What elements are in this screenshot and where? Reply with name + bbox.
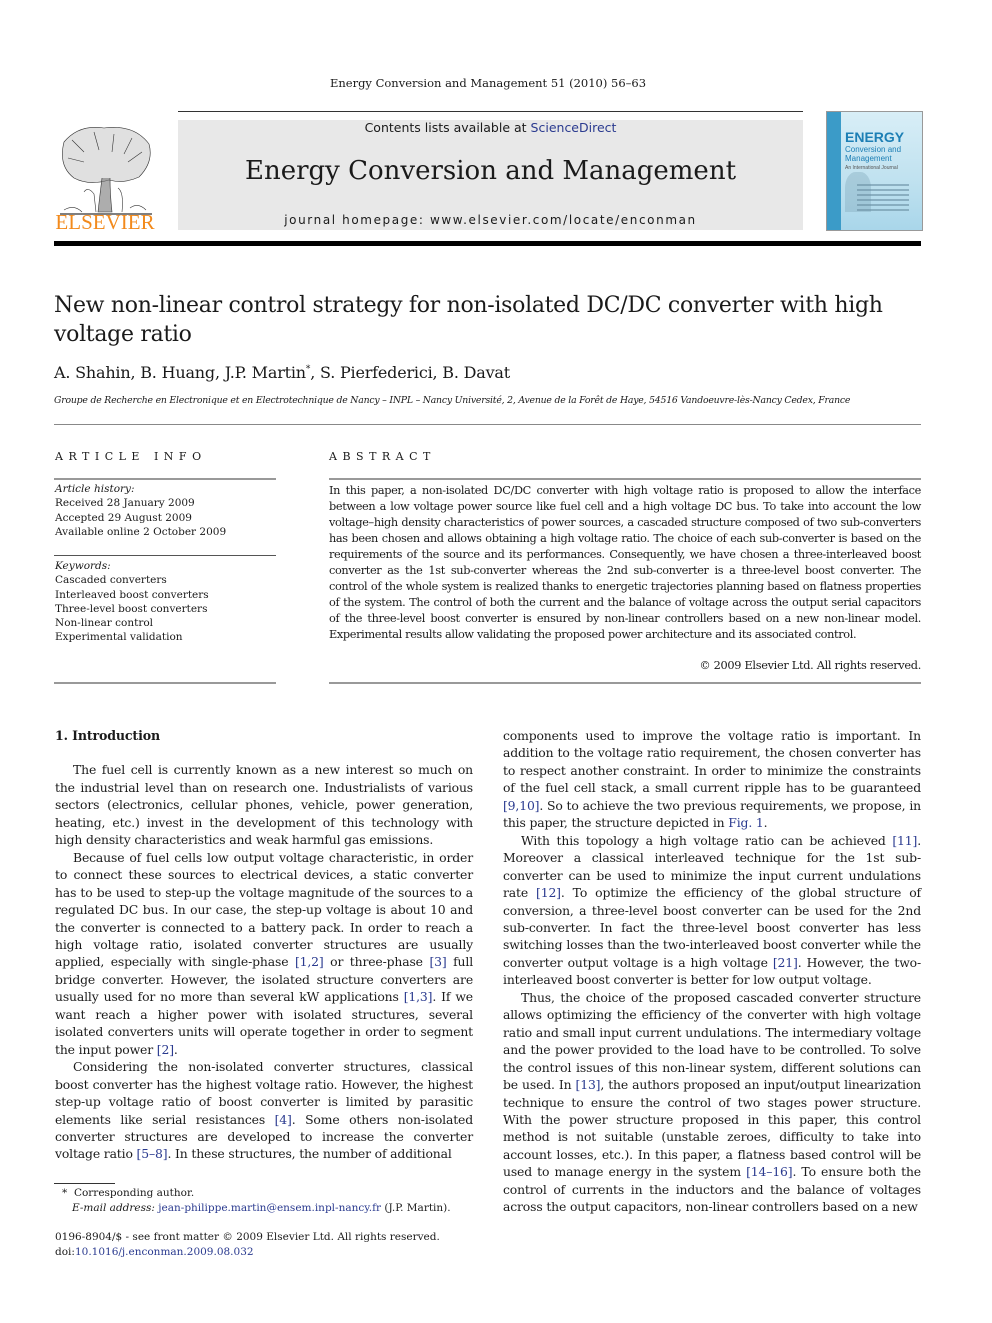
journal-cover-image[interactable]: ENERGY Conversion and Management An Inte… — [826, 111, 923, 231]
keyword-item: Three-level boost converters — [55, 602, 208, 615]
front-matter: 0196-8904/$ - see front matter © 2009 El… — [55, 1230, 440, 1259]
article-info-rule — [54, 478, 276, 480]
abstract-text: In this paper, a non-isolated DC/DC conv… — [329, 484, 921, 641]
citation-link[interactable]: [13] — [576, 1077, 601, 1092]
journal-masthead: Contents lists available at ScienceDirec… — [178, 120, 803, 230]
article-title: New non-linear control strategy for non-… — [54, 293, 883, 347]
journal-name: Energy Conversion and Management — [244, 156, 737, 186]
corresponding-author-mark[interactable]: * — [306, 365, 311, 375]
email-label: E-mail address: — [72, 1201, 159, 1214]
body-paragraph: Because of fuel cells low output voltage… — [55, 849, 474, 1057]
keywords-rule — [54, 555, 276, 556]
cover-topic-line — [857, 189, 909, 191]
contents-available-line: Contents lists available at ScienceDirec… — [178, 120, 803, 135]
citation-link[interactable]: [12] — [536, 885, 561, 900]
abstract-bottom-rule — [329, 682, 921, 684]
article-info-heading: ARTICLE INFO — [55, 450, 207, 463]
running-head: Energy Conversion and Management 51 (201… — [329, 76, 647, 90]
keyword-item: Experimental validation — [55, 631, 183, 644]
author-list: A. Shahin, B. Huang, J.P. Martin*, S. Pi… — [54, 363, 511, 382]
masthead-thick-rule — [54, 241, 921, 246]
elsevier-wordmark[interactable]: ELSEVIER — [54, 210, 156, 235]
citation-link[interactable]: [9,10] — [503, 798, 540, 813]
author-name[interactable]: S. Pierfederici — [320, 363, 433, 382]
body-paragraph: With this topology a high voltage ratio … — [503, 832, 921, 988]
keywords: Keywords: Cascaded converters Interleave… — [55, 559, 209, 645]
footnote-rule — [54, 1183, 115, 1184]
cover-topic-line — [857, 204, 909, 206]
contents-prefix: Contents lists available at — [364, 120, 531, 135]
footnote-mark: * — [62, 1187, 68, 1199]
body-column-left: 1. Introduction The fuel cell is current… — [55, 727, 473, 1163]
email-suffix: (J.P. Martin). — [381, 1201, 451, 1214]
article-info-bottom-rule — [54, 682, 276, 684]
keyword-item: Non-linear control — [55, 617, 154, 630]
citation-link[interactable]: [11] — [892, 833, 917, 848]
author-email-link[interactable]: jean-philippe.martin@ensem.inpl-nancy.fr — [158, 1202, 381, 1214]
cover-topic-line — [857, 184, 909, 186]
citation-link[interactable]: Fig. 1 — [728, 815, 764, 830]
body-paragraph: The fuel cell is currently known as a ne… — [55, 762, 473, 848]
history-accepted: Accepted 29 August 2009 — [55, 511, 192, 524]
section-heading-introduction: 1. Introduction — [55, 728, 160, 743]
history-received: Received 28 January 2009 — [55, 497, 195, 510]
citation-link[interactable]: [5–8] — [137, 1146, 168, 1161]
body-paragraph: components used to improve the voltage r… — [503, 728, 921, 831]
cover-topic-line — [857, 194, 909, 196]
abstract-rule — [329, 478, 921, 480]
keywords-label: Keywords: — [55, 560, 111, 572]
affiliation-rule — [54, 424, 921, 425]
body-column-right: components used to improve the voltage r… — [503, 727, 921, 1216]
body-paragraph: Thus, the choice of the proposed cascade… — [503, 989, 921, 1215]
cover-side-strip — [827, 112, 841, 230]
author-name[interactable]: B. Davat — [442, 363, 510, 382]
cover-tagline: An International Journal — [845, 165, 898, 171]
doi-prefix: doi: — [55, 1245, 75, 1258]
cover-title: ENERGY — [845, 129, 905, 145]
cover-topic-line — [857, 209, 909, 211]
author-name[interactable]: J.P. Martin — [225, 363, 306, 382]
issn-line: 0196-8904/$ - see front matter © 2009 El… — [55, 1231, 440, 1243]
body-paragraph: Considering the non-isolated converter s… — [55, 1059, 473, 1162]
cooling-tower-graphic-icon — [845, 172, 871, 212]
history-online: Available online 2 October 2009 — [55, 525, 227, 538]
article-history: Article history: Received 28 January 200… — [55, 482, 226, 539]
citation-link[interactable]: [1,3] — [404, 989, 433, 1004]
keyword-item: Interleaved boost converters — [55, 588, 209, 601]
left-paragraphs: The fuel cell is currently known as a ne… — [55, 761, 473, 1162]
right-paragraphs: components used to improve the voltage r… — [503, 727, 921, 1216]
header-rule — [178, 111, 803, 112]
citation-link[interactable]: [21] — [773, 955, 798, 970]
journal-homepage-link[interactable]: journal homepage: www.elsevier.com/locat… — [178, 213, 803, 227]
abstract-heading: ABSTRACT — [329, 450, 436, 463]
doi-link[interactable]: 10.1016/j.enconman.2009.08.032 — [75, 1246, 254, 1258]
author-name[interactable]: B. Huang — [140, 363, 215, 382]
citation-link[interactable]: [1,2] — [295, 954, 324, 969]
citation-link[interactable]: [14–16] — [746, 1164, 793, 1179]
citation-link[interactable]: [4] — [275, 1112, 292, 1127]
author-name[interactable]: A. Shahin — [54, 363, 131, 382]
affiliation: Groupe de Recherche en Electronique et e… — [54, 395, 851, 406]
footnote-corresponding: Corresponding author. — [73, 1187, 195, 1199]
cover-subtitle: Conversion and Management — [845, 145, 902, 163]
citation-link[interactable]: [3] — [429, 954, 446, 969]
abstract-copyright: © 2009 Elsevier Ltd. All rights reserved… — [699, 659, 921, 672]
footnote: * Corresponding author. E-mail address: … — [62, 1186, 451, 1215]
keyword-item: Cascaded converters — [55, 574, 167, 587]
cover-topic-line — [857, 199, 909, 201]
history-label: Article history: — [55, 483, 135, 495]
citation-link[interactable]: [2] — [157, 1042, 174, 1057]
sciencedirect-link[interactable]: ScienceDirect — [531, 120, 617, 135]
